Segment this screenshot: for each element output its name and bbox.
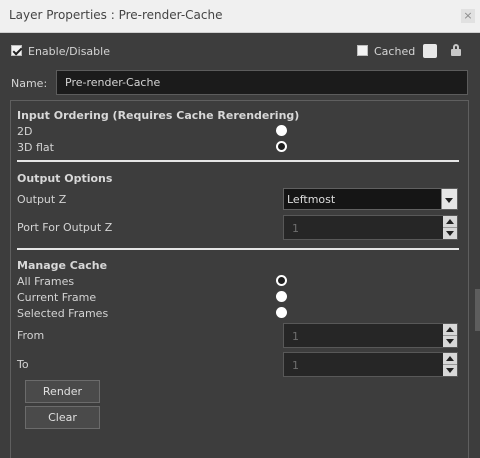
output-z-select[interactable]: Leftmost (283, 188, 458, 210)
output-z-value: Leftmost (287, 193, 336, 206)
stepper-down-icon[interactable] (443, 336, 457, 348)
all-frames-label: All Frames (17, 275, 75, 288)
from-stepper[interactable]: 1 (283, 323, 458, 348)
input-ordering-title: Input Ordering (Requires Cache Rerenderi… (17, 109, 300, 122)
enable-checkbox[interactable] (11, 45, 22, 56)
from-value: 1 (292, 330, 299, 343)
close-icon[interactable]: × (461, 9, 475, 23)
stepper-down-icon[interactable] (443, 365, 457, 377)
option-3d-flat-radio[interactable] (276, 141, 287, 152)
to-label: To (17, 358, 29, 371)
render-button[interactable]: Render (25, 380, 100, 403)
title-bar: Layer Properties : Pre-render-Cache × (0, 0, 480, 33)
stepper-up-icon[interactable] (443, 353, 457, 365)
name-value: Pre-render-Cache (65, 76, 161, 89)
output-z-label: Output Z (17, 193, 67, 206)
selected-frames-label: Selected Frames (17, 307, 109, 320)
name-field[interactable]: Pre-render-Cache (56, 70, 468, 95)
current-frame-label: Current Frame (17, 291, 97, 304)
manage-cache-title: Manage Cache (17, 259, 108, 272)
stepper-down-icon[interactable] (443, 228, 457, 240)
cached-checkbox[interactable] (357, 45, 368, 56)
enable-label: Enable/Disable (28, 45, 110, 58)
name-label: Name: (11, 77, 48, 90)
port-output-z-value: 1 (292, 222, 299, 235)
option-2d-label: 2D (17, 125, 33, 138)
to-stepper[interactable]: 1 (283, 352, 458, 377)
color-swatch[interactable] (423, 44, 437, 58)
port-output-z-stepper[interactable]: 1 (283, 215, 458, 240)
chevron-down-icon[interactable] (441, 189, 457, 209)
all-frames-radio[interactable] (276, 275, 287, 286)
section-divider (17, 248, 459, 250)
from-label: From (17, 329, 45, 342)
section-divider (17, 160, 459, 162)
lock-icon[interactable] (451, 44, 461, 56)
option-3d-flat-label: 3D flat (17, 141, 54, 154)
cached-label: Cached (374, 45, 416, 58)
properties-panel (10, 100, 469, 458)
selected-frames-radio[interactable] (276, 307, 287, 318)
clear-button[interactable]: Clear (25, 406, 100, 429)
to-value: 1 (292, 359, 299, 372)
stepper-up-icon[interactable] (443, 216, 457, 228)
window-title: Layer Properties : Pre-render-Cache (9, 8, 223, 22)
current-frame-radio[interactable] (276, 291, 287, 302)
output-options-title: Output Options (17, 172, 113, 185)
scrollbar[interactable] (475, 289, 480, 331)
option-2d-radio[interactable] (276, 125, 287, 136)
stepper-up-icon[interactable] (443, 324, 457, 336)
port-output-z-label: Port For Output Z (17, 221, 113, 234)
